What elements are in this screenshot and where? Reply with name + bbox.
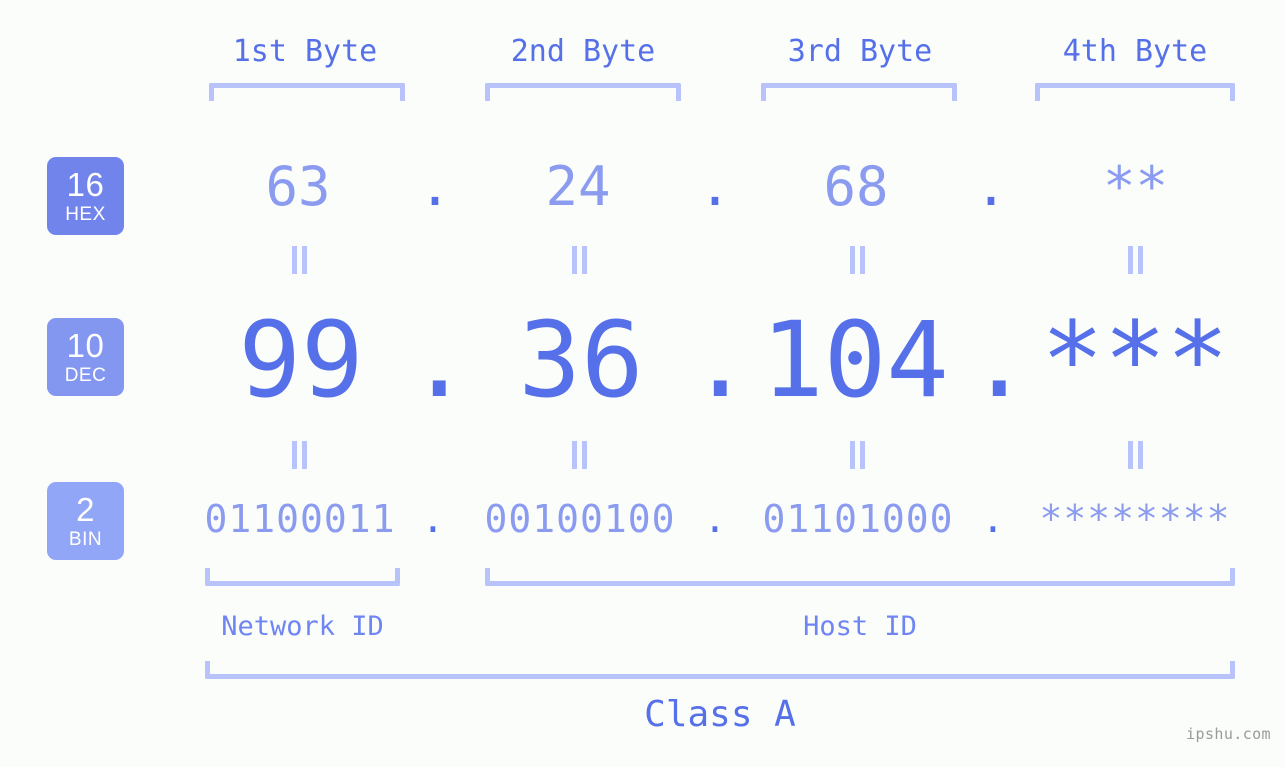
byte-bracket-2 bbox=[485, 83, 681, 101]
base-badge-hex: 16 HEX bbox=[47, 157, 124, 235]
byte-header-3-label: 3rd Byte bbox=[787, 34, 933, 69]
host-id-bracket bbox=[485, 568, 1235, 586]
bin-byte-3: 01101000 bbox=[762, 497, 954, 541]
dec-byte-2: 36 bbox=[518, 299, 644, 421]
byte-bracket-1 bbox=[209, 83, 405, 101]
equality-connector-hex-dec-4 bbox=[1127, 246, 1145, 274]
diagram-canvas: 1st Byte 2nd Byte 3rd Byte 4th Byte 16 H… bbox=[0, 0, 1285, 767]
byte-header-4-label: 4th Byte bbox=[1062, 34, 1208, 69]
equality-connector-dec-bin-4 bbox=[1127, 441, 1145, 469]
network-id-label: Network ID bbox=[221, 611, 384, 642]
base-badge-bin-number: 2 bbox=[76, 491, 95, 528]
equality-connector-hex-dec-3 bbox=[849, 246, 867, 274]
base-badge-hex-number: 16 bbox=[66, 166, 105, 203]
class-label: Class A bbox=[644, 694, 796, 735]
dec-byte-1: 99 bbox=[238, 299, 364, 421]
base-badge-dec: 10 DEC bbox=[47, 318, 124, 396]
equality-connector-dec-bin-3 bbox=[849, 441, 867, 469]
equality-connector-hex-dec-2 bbox=[571, 246, 589, 274]
bin-byte-4: ******** bbox=[1039, 497, 1231, 541]
base-badge-dec-label: DEC bbox=[64, 365, 107, 386]
bin-byte-2: 00100100 bbox=[484, 497, 676, 541]
hex-byte-2: 24 bbox=[545, 155, 611, 218]
equality-connector-dec-bin-1 bbox=[291, 441, 309, 469]
base-badge-bin: 2 BIN bbox=[47, 482, 124, 560]
bin-separator-2: . bbox=[703, 497, 727, 541]
base-badge-hex-label: HEX bbox=[65, 204, 106, 225]
network-id-bracket bbox=[205, 568, 400, 586]
byte-header-3: 3rd Byte bbox=[760, 30, 960, 74]
equality-connector-dec-bin-2 bbox=[571, 441, 589, 469]
byte-bracket-3 bbox=[761, 83, 957, 101]
equality-connector-hex-dec-1 bbox=[291, 246, 309, 274]
hex-separator-3: . bbox=[974, 155, 1008, 218]
site-watermark: ipshu.com bbox=[1186, 725, 1271, 743]
base-badge-bin-label: BIN bbox=[68, 529, 103, 550]
hex-byte-4: ** bbox=[1102, 155, 1169, 218]
hex-separator-2: . bbox=[698, 155, 732, 218]
base-badge-dec-number: 10 bbox=[66, 327, 105, 364]
bin-byte-1: 01100011 bbox=[204, 497, 396, 541]
byte-header-2: 2nd Byte bbox=[483, 30, 683, 74]
bin-separator-3: . bbox=[981, 497, 1005, 541]
dec-separator-3: . bbox=[968, 299, 1031, 421]
hex-separator-1: . bbox=[418, 155, 452, 218]
class-bracket bbox=[205, 661, 1235, 679]
byte-header-2-label: 2nd Byte bbox=[510, 34, 656, 69]
dec-byte-3: 104 bbox=[761, 299, 949, 421]
bin-separator-1: . bbox=[421, 497, 445, 541]
dec-byte-4: *** bbox=[1041, 299, 1229, 421]
hex-byte-1: 63 bbox=[265, 155, 331, 218]
dec-separator-1: . bbox=[408, 299, 471, 421]
host-id-label: Host ID bbox=[803, 611, 917, 642]
byte-header-4: 4th Byte bbox=[1035, 30, 1235, 74]
byte-header-1: 1st Byte bbox=[205, 30, 405, 74]
hex-byte-3: 68 bbox=[823, 155, 889, 218]
dec-separator-2: . bbox=[689, 299, 752, 421]
byte-header-1-label: 1st Byte bbox=[232, 34, 378, 69]
byte-bracket-4 bbox=[1035, 83, 1235, 101]
